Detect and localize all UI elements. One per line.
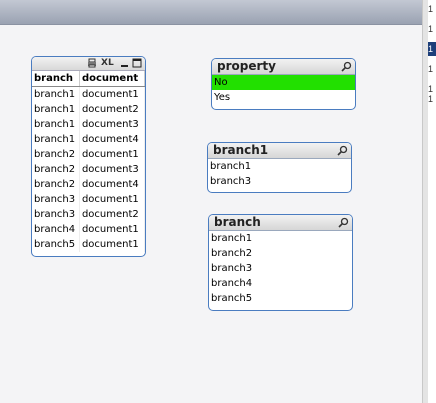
listbox-branch[interactable]: branch branch1 branch2 branch3 branch4 branc… xyxy=(208,214,353,311)
listbox-branch1[interactable]: branch1 branch1 branch3 xyxy=(207,142,352,193)
cell-branch[interactable]: branch1 xyxy=(32,132,80,147)
listbox-items: No Yes xyxy=(212,75,355,105)
cell-document[interactable]: document1 xyxy=(79,86,145,102)
cell-branch[interactable]: branch5 xyxy=(32,237,80,252)
xl-icon[interactable]: XL xyxy=(101,58,114,69)
cell-branch[interactable]: branch1 xyxy=(32,117,80,132)
table-row: branch1 document1 xyxy=(32,86,145,102)
cell-document[interactable]: document1 xyxy=(79,237,145,252)
table-box[interactable]: XL branch document branch1 document1 branc… xyxy=(31,56,146,257)
table-row: branch3 document2 xyxy=(32,207,145,222)
listbox-item[interactable]: branch5 xyxy=(209,291,352,306)
listbox-title: branch xyxy=(214,215,261,229)
row-number: 1 xyxy=(428,4,434,14)
search-icon[interactable] xyxy=(338,217,349,228)
cell-document[interactable]: document4 xyxy=(79,177,145,192)
table-row: branch3 document1 xyxy=(32,192,145,207)
minimize-icon[interactable] xyxy=(120,58,129,69)
maximize-icon[interactable] xyxy=(132,58,142,69)
listbox-items: branch1 branch2 branch3 branch4 branch5 xyxy=(209,231,352,306)
cell-branch[interactable]: branch4 xyxy=(32,222,80,237)
listbox-item[interactable]: branch2 xyxy=(209,246,352,261)
table-row: branch2 document4 xyxy=(32,177,145,192)
listbox-item[interactable]: branch3 xyxy=(208,174,351,189)
cell-document[interactable]: document2 xyxy=(79,102,145,117)
row-number: 1 xyxy=(428,42,436,56)
cell-branch[interactable]: branch3 xyxy=(32,207,80,222)
cell-document[interactable]: document1 xyxy=(79,222,145,237)
table-row: branch1 document4 xyxy=(32,132,145,147)
table-row: branch4 document1 xyxy=(32,222,145,237)
toolbar-bar xyxy=(0,0,422,25)
search-icon[interactable] xyxy=(341,61,352,72)
listbox-item[interactable]: branch4 xyxy=(209,276,352,291)
column-header-branch[interactable]: branch xyxy=(32,71,80,87)
listbox-item[interactable]: Yes xyxy=(212,90,355,105)
table-row: branch1 document3 xyxy=(32,117,145,132)
listbox-caption: property xyxy=(212,59,355,75)
listbox-items: branch1 branch3 xyxy=(208,159,351,189)
straight-table: branch document branch1 document1 branch1 d… xyxy=(32,71,145,252)
table-header-row: branch document xyxy=(32,71,145,87)
table-row: branch2 document1 xyxy=(32,147,145,162)
listbox-property[interactable]: property No Yes xyxy=(211,58,356,110)
row-number: 1 xyxy=(428,24,434,34)
listbox-title: branch1 xyxy=(213,143,269,157)
cell-document[interactable]: document1 xyxy=(79,147,145,162)
table-row: branch5 document1 xyxy=(32,237,145,252)
row-number: 1 xyxy=(428,64,434,74)
search-icon[interactable] xyxy=(337,145,348,156)
listbox-item[interactable]: branch3 xyxy=(209,261,352,276)
cell-branch[interactable]: branch1 xyxy=(32,86,80,102)
listbox-caption: branch1 xyxy=(208,143,351,159)
cell-branch[interactable]: branch1 xyxy=(32,102,80,117)
print-icon[interactable] xyxy=(87,58,97,69)
cell-document[interactable]: document2 xyxy=(79,207,145,222)
listbox-title: property xyxy=(217,59,276,73)
listbox-item[interactable]: branch1 xyxy=(208,159,351,174)
table-box-caption: XL xyxy=(32,57,145,71)
listbox-caption: branch xyxy=(209,215,352,231)
listbox-item[interactable]: branch1 xyxy=(209,231,352,246)
column-header-document[interactable]: document xyxy=(79,71,145,87)
cell-document[interactable]: document1 xyxy=(79,192,145,207)
cell-branch[interactable]: branch3 xyxy=(32,192,80,207)
cell-document[interactable]: document3 xyxy=(79,117,145,132)
table-row: branch1 document2 xyxy=(32,102,145,117)
cell-document[interactable]: document3 xyxy=(79,162,145,177)
cell-branch[interactable]: branch2 xyxy=(32,147,80,162)
cell-branch[interactable]: branch2 xyxy=(32,177,80,192)
right-strip xyxy=(428,0,436,403)
row-number: 1 xyxy=(428,94,434,104)
table-row: branch2 document3 xyxy=(32,162,145,177)
cell-document[interactable]: document4 xyxy=(79,132,145,147)
cell-branch[interactable]: branch2 xyxy=(32,162,80,177)
listbox-item[interactable]: No xyxy=(212,75,355,90)
